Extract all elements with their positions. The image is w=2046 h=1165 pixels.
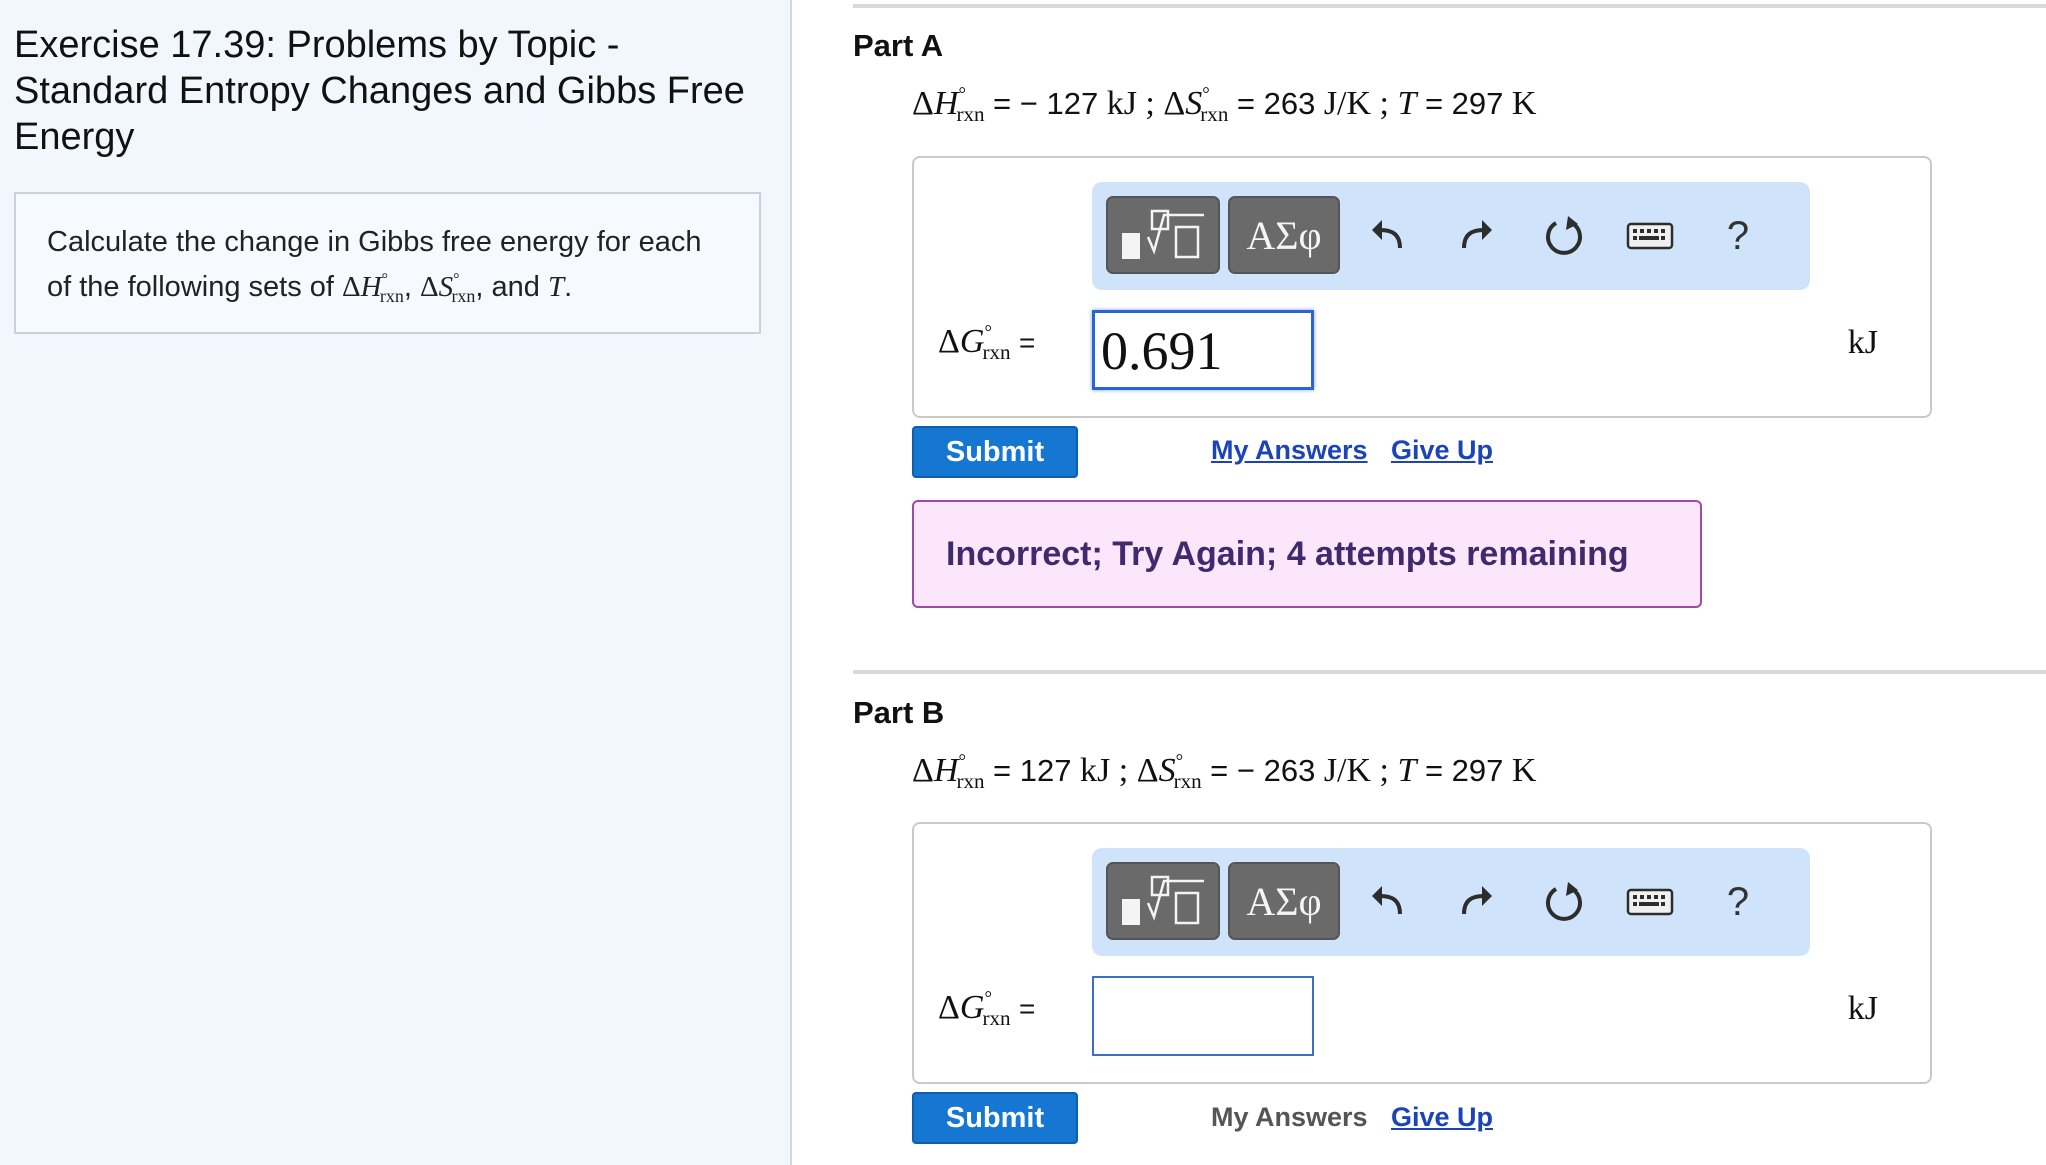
templates-icon bbox=[1122, 875, 1204, 925]
keyboard-button[interactable] bbox=[1622, 872, 1678, 932]
undo-button[interactable] bbox=[1360, 872, 1416, 932]
delta-h-symbol: ΔH°rxn bbox=[342, 270, 404, 307]
part-b-divider bbox=[853, 670, 2046, 674]
part-a-feedback-message: Incorrect; Try Again; 4 attempts remaini… bbox=[912, 500, 1702, 608]
templates-button[interactable] bbox=[1106, 196, 1220, 274]
help-button[interactable]: ? bbox=[1710, 872, 1766, 932]
undo-icon bbox=[1372, 220, 1402, 249]
keyboard-icon bbox=[1626, 222, 1674, 250]
templates-icon bbox=[1122, 209, 1204, 259]
part-a-given: ΔH°rxn = − 127 kJ ; ΔS°rxn = 263 J/K ; T… bbox=[912, 84, 1537, 127]
keyboard-icon bbox=[1626, 888, 1674, 916]
instructions-box: Calculate the change in Gibbs free energ… bbox=[14, 192, 761, 334]
part-a-divider bbox=[853, 4, 2046, 8]
greek-symbols-button[interactable]: ΑΣφ bbox=[1228, 196, 1340, 274]
part-b-title: Part B bbox=[853, 695, 945, 730]
part-a-math-toolbar: ΑΣφ ? bbox=[1092, 182, 1810, 290]
delta-s-symbol: ΔS°rxn bbox=[420, 270, 476, 307]
reset-button[interactable] bbox=[1536, 206, 1592, 266]
templates-button[interactable] bbox=[1106, 862, 1220, 940]
part-b-answer-unit: kJ bbox=[1847, 990, 1878, 1027]
part-b-submit-button[interactable]: Submit bbox=[912, 1092, 1078, 1144]
part-b-my-answers-link[interactable]: My Answers bbox=[1211, 1102, 1368, 1133]
temperature-symbol: T bbox=[547, 270, 565, 303]
part-b-answer-box: ΑΣφ ? ΔG°rxn = kJ bbox=[912, 822, 1932, 1084]
undo-icon bbox=[1372, 886, 1402, 915]
part-b-answer-input[interactable] bbox=[1092, 976, 1314, 1056]
redo-button[interactable] bbox=[1448, 872, 1504, 932]
greek-symbols-button[interactable]: ΑΣφ bbox=[1228, 862, 1340, 940]
redo-icon bbox=[1462, 220, 1492, 249]
redo-icon bbox=[1462, 886, 1492, 915]
part-a-title: Part A bbox=[853, 28, 944, 63]
part-b-give-up-link[interactable]: Give Up bbox=[1391, 1102, 1493, 1133]
part-a-answer-input[interactable]: 0.691 bbox=[1092, 310, 1314, 390]
part-b-answer-label: ΔG°rxn = bbox=[938, 988, 1036, 1031]
problem-sidebar: Exercise 17.39: Problems by Topic - Stan… bbox=[0, 0, 792, 1165]
part-a-answer-box: ΑΣφ ? ΔG°rxn = 0.691 kJ bbox=[912, 156, 1932, 418]
reset-icon bbox=[1546, 882, 1582, 921]
part-b-given: ΔH°rxn = 127 kJ ; ΔS°rxn = − 263 J/K ; T… bbox=[912, 751, 1537, 794]
part-a-submit-button[interactable]: Submit bbox=[912, 426, 1078, 478]
reset-icon bbox=[1546, 216, 1582, 255]
part-a-give-up-link[interactable]: Give Up bbox=[1391, 435, 1493, 466]
part-a-answer-unit: kJ bbox=[1847, 324, 1878, 361]
part-b-math-toolbar: ΑΣφ ? bbox=[1092, 848, 1810, 956]
undo-button[interactable] bbox=[1360, 206, 1416, 266]
help-button[interactable]: ? bbox=[1710, 206, 1766, 266]
redo-button[interactable] bbox=[1448, 206, 1504, 266]
part-a-my-answers-link[interactable]: My Answers bbox=[1211, 435, 1368, 466]
reset-button[interactable] bbox=[1536, 872, 1592, 932]
keyboard-button[interactable] bbox=[1622, 206, 1678, 266]
exercise-title: Exercise 17.39: Problems by Topic - Stan… bbox=[14, 24, 745, 158]
part-a-answer-label: ΔG°rxn = bbox=[938, 322, 1036, 365]
